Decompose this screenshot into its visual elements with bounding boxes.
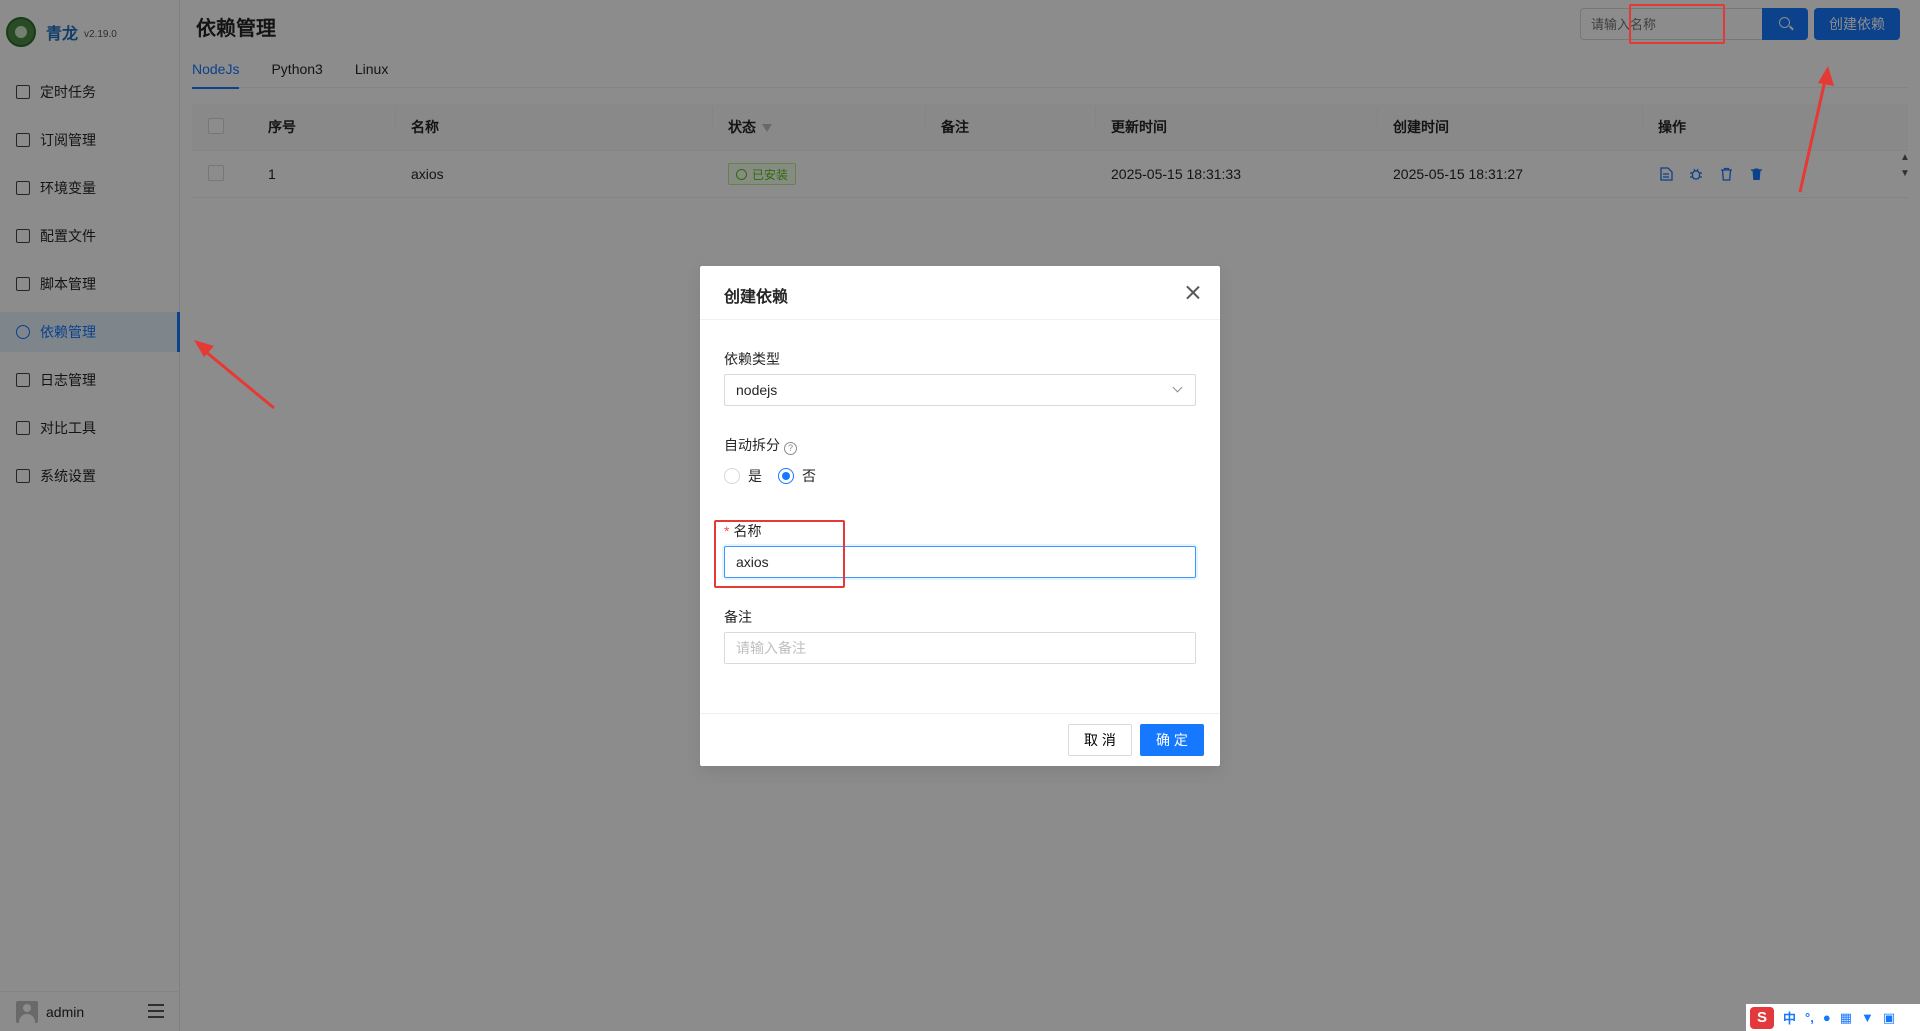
ok-button[interactable]: 确 定: [1140, 724, 1204, 756]
ime-toolbar[interactable]: S 中 °, ● ▦ ▼ ▣: [1746, 1004, 1920, 1031]
cancel-button[interactable]: 取 消: [1068, 724, 1132, 756]
radio-yes-label: 是: [748, 468, 762, 484]
split-label-text: 自动拆分: [724, 437, 780, 453]
select-value: nodejs: [736, 382, 778, 398]
annotation-highlight-create: [1629, 4, 1725, 44]
create-dependence-modal: 创建依赖 依赖类型 nodejs 自动拆分? 是 否 *名称 备注 取 消 确 …: [700, 266, 1220, 766]
radio-no-dot: [778, 468, 794, 484]
punctuation-icon[interactable]: °,: [1805, 1010, 1814, 1025]
modal-title: 创建依赖: [724, 289, 789, 306]
radio-yes-dot: [724, 468, 740, 484]
annotation-arrow-create: [1798, 66, 1834, 193]
modal-body: 依赖类型 nodejs 自动拆分? 是 否 *名称 备注: [700, 320, 1220, 664]
microphone-icon[interactable]: ●: [1823, 1010, 1831, 1025]
type-label: 依赖类型: [724, 351, 780, 367]
question-circle-icon[interactable]: ?: [784, 442, 797, 455]
ime-mode[interactable]: 中: [1783, 1008, 1796, 1027]
sogou-logo-icon: S: [1750, 1006, 1774, 1029]
split-label: 自动拆分?: [724, 430, 1196, 460]
keyboard-icon[interactable]: ▦: [1840, 1010, 1852, 1026]
skin-icon[interactable]: ▼: [1861, 1010, 1874, 1025]
close-icon[interactable]: [1186, 285, 1200, 299]
modal-header: 创建依赖: [700, 266, 1220, 320]
radio-no[interactable]: 否: [778, 466, 816, 486]
radio-yes[interactable]: 是: [724, 466, 762, 486]
chevron-down-icon: [1172, 382, 1183, 393]
radio-no-label: 否: [802, 468, 816, 484]
annotation-highlight-name: [714, 520, 845, 588]
annotation-arrow-sidebar: [194, 340, 275, 410]
toolbox-icon[interactable]: ▣: [1883, 1010, 1895, 1026]
remark-label: 备注: [724, 609, 752, 625]
remark-input[interactable]: [724, 632, 1196, 664]
modal-footer: 取 消 确 定: [700, 713, 1220, 766]
split-radio-group: 是 否: [724, 460, 1196, 492]
dependence-type-select[interactable]: nodejs: [724, 374, 1196, 406]
